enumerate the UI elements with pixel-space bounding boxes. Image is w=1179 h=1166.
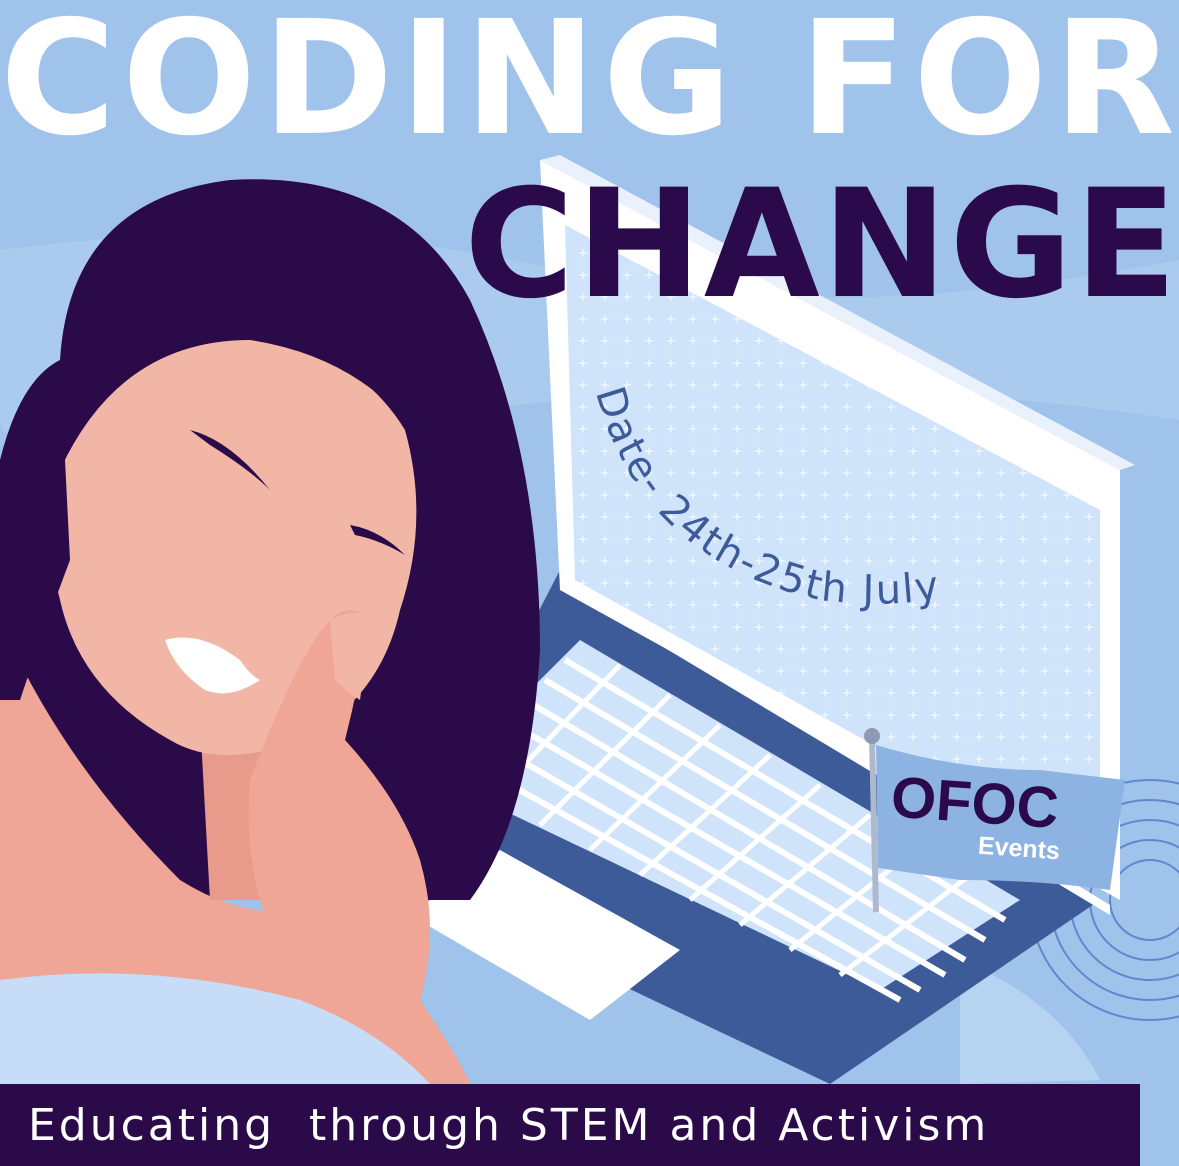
flag-label: OFOC Events <box>887 764 1083 867</box>
tagline: Educating through STEM and Activism <box>28 1099 990 1151</box>
date-curve: Date- 24th-25th July <box>586 381 943 613</box>
event-date: Date- 24th-25th July <box>586 381 943 613</box>
tagline-banner: Educating through STEM and Activism <box>0 1084 1140 1166</box>
flag-title: OFOC <box>888 764 1061 842</box>
poster: CODING FOR CHANGE Date- 24th-25th July O… <box>0 0 1179 1166</box>
